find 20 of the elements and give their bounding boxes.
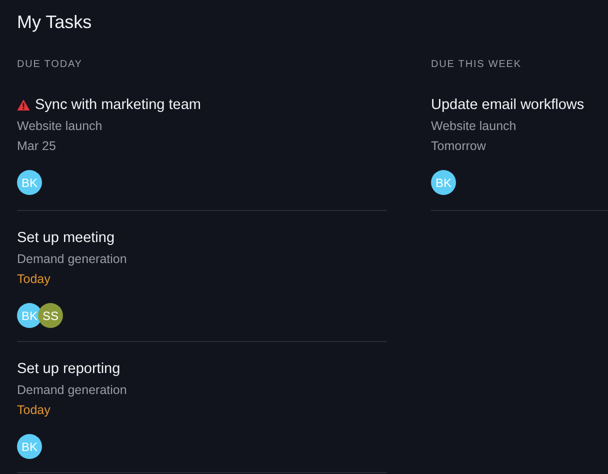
project-name: Demand generation — [17, 251, 128, 268]
section-heading: DUE THIS WEEK — [431, 58, 522, 72]
page-title: My Tasks — [17, 11, 93, 34]
task-title[interactable]: Sync with marketing team — [35, 95, 202, 115]
due-date: Today — [17, 271, 52, 288]
task-title[interactable]: Set up reporting — [17, 359, 120, 379]
due-date: Today — [17, 402, 52, 419]
avatar[interactable]: BK — [17, 434, 42, 459]
task-title[interactable]: Update email workflows — [431, 95, 584, 115]
avatar[interactable]: BK — [17, 170, 42, 195]
project-name: Website launch — [17, 118, 104, 135]
avatar[interactable]: BK — [431, 170, 456, 195]
project-name: Website launch — [431, 118, 518, 135]
due-date: Mar 25 — [17, 138, 57, 155]
task-title[interactable]: Set up meeting — [17, 228, 115, 248]
avatar[interactable]: BK — [17, 303, 42, 328]
due-date: Tomorrow — [431, 138, 487, 155]
section-heading: DUE TODAY — [17, 58, 84, 72]
avatar[interactable]: SS — [38, 303, 63, 328]
project-name: Demand generation — [17, 382, 128, 399]
